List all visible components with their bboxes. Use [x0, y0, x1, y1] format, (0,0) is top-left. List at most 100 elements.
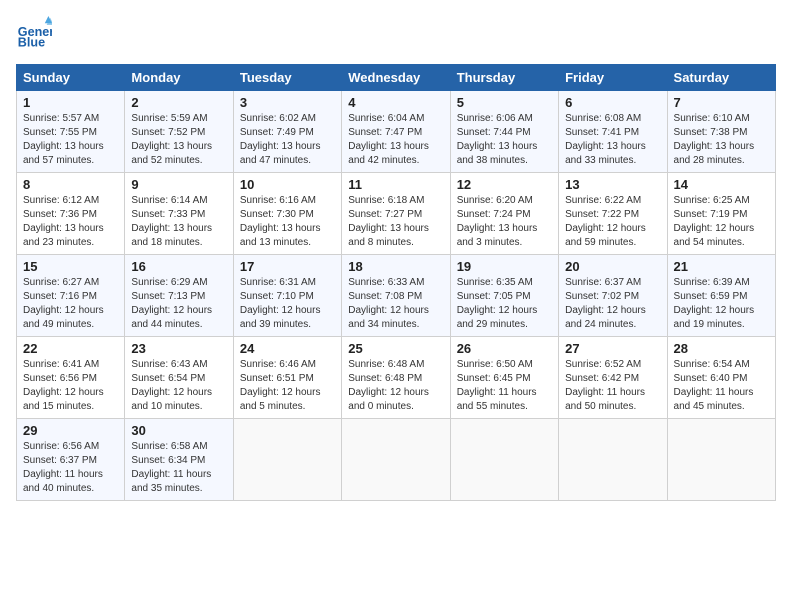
calendar-cell: 26 Sunrise: 6:50 AMSunset: 6:45 PMDaylig…	[450, 337, 558, 419]
day-number: 3	[240, 95, 335, 110]
day-number: 9	[131, 177, 226, 192]
calendar-body: 1 Sunrise: 5:57 AMSunset: 7:55 PMDayligh…	[17, 91, 776, 501]
day-number: 16	[131, 259, 226, 274]
day-number: 7	[674, 95, 769, 110]
calendar-cell: 7 Sunrise: 6:10 AMSunset: 7:38 PMDayligh…	[667, 91, 775, 173]
calendar-cell: 16 Sunrise: 6:29 AMSunset: 7:13 PMDaylig…	[125, 255, 233, 337]
cell-content: Sunrise: 6:52 AMSunset: 6:42 PMDaylight:…	[565, 359, 645, 412]
calendar-cell: 23 Sunrise: 6:43 AMSunset: 6:54 PMDaylig…	[125, 337, 233, 419]
day-number: 18	[348, 259, 443, 274]
calendar-cell: 20 Sunrise: 6:37 AMSunset: 7:02 PMDaylig…	[559, 255, 667, 337]
day-number: 26	[457, 341, 552, 356]
day-number: 17	[240, 259, 335, 274]
day-header-tuesday: Tuesday	[233, 65, 341, 91]
cell-content: Sunrise: 6:14 AMSunset: 7:33 PMDaylight:…	[131, 195, 212, 248]
day-number: 1	[23, 95, 118, 110]
calendar-cell: 10 Sunrise: 6:16 AMSunset: 7:30 PMDaylig…	[233, 173, 341, 255]
day-number: 12	[457, 177, 552, 192]
day-header-friday: Friday	[559, 65, 667, 91]
logo-icon: General Blue	[16, 16, 52, 52]
calendar-week-1: 1 Sunrise: 5:57 AMSunset: 7:55 PMDayligh…	[17, 91, 776, 173]
day-number: 14	[674, 177, 769, 192]
cell-content: Sunrise: 6:50 AMSunset: 6:45 PMDaylight:…	[457, 359, 537, 412]
cell-content: Sunrise: 6:35 AMSunset: 7:05 PMDaylight:…	[457, 277, 538, 330]
cell-content: Sunrise: 6:25 AMSunset: 7:19 PMDaylight:…	[674, 195, 755, 248]
day-number: 19	[457, 259, 552, 274]
cell-content: Sunrise: 6:06 AMSunset: 7:44 PMDaylight:…	[457, 113, 538, 166]
calendar-cell: 15 Sunrise: 6:27 AMSunset: 7:16 PMDaylig…	[17, 255, 125, 337]
cell-content: Sunrise: 5:59 AMSunset: 7:52 PMDaylight:…	[131, 113, 212, 166]
cell-content: Sunrise: 6:29 AMSunset: 7:13 PMDaylight:…	[131, 277, 212, 330]
day-number: 10	[240, 177, 335, 192]
cell-content: Sunrise: 6:37 AMSunset: 7:02 PMDaylight:…	[565, 277, 646, 330]
cell-content: Sunrise: 6:58 AMSunset: 6:34 PMDaylight:…	[131, 441, 211, 494]
calendar-cell: 6 Sunrise: 6:08 AMSunset: 7:41 PMDayligh…	[559, 91, 667, 173]
calendar-cell: 12 Sunrise: 6:20 AMSunset: 7:24 PMDaylig…	[450, 173, 558, 255]
calendar-cell: 2 Sunrise: 5:59 AMSunset: 7:52 PMDayligh…	[125, 91, 233, 173]
day-number: 21	[674, 259, 769, 274]
day-number: 11	[348, 177, 443, 192]
calendar-week-4: 22 Sunrise: 6:41 AMSunset: 6:56 PMDaylig…	[17, 337, 776, 419]
calendar-cell	[342, 419, 450, 501]
day-header-wednesday: Wednesday	[342, 65, 450, 91]
page-header: General Blue	[16, 16, 776, 52]
svg-text:Blue: Blue	[18, 36, 45, 50]
calendar-cell: 4 Sunrise: 6:04 AMSunset: 7:47 PMDayligh…	[342, 91, 450, 173]
day-number: 4	[348, 95, 443, 110]
calendar-week-2: 8 Sunrise: 6:12 AMSunset: 7:36 PMDayligh…	[17, 173, 776, 255]
calendar-cell	[450, 419, 558, 501]
day-number: 20	[565, 259, 660, 274]
cell-content: Sunrise: 6:48 AMSunset: 6:48 PMDaylight:…	[348, 359, 429, 412]
calendar-cell	[559, 419, 667, 501]
calendar-cell: 24 Sunrise: 6:46 AMSunset: 6:51 PMDaylig…	[233, 337, 341, 419]
calendar-cell: 19 Sunrise: 6:35 AMSunset: 7:05 PMDaylig…	[450, 255, 558, 337]
day-number: 30	[131, 423, 226, 438]
calendar-cell: 29 Sunrise: 6:56 AMSunset: 6:37 PMDaylig…	[17, 419, 125, 501]
day-number: 6	[565, 95, 660, 110]
cell-content: Sunrise: 6:27 AMSunset: 7:16 PMDaylight:…	[23, 277, 104, 330]
cell-content: Sunrise: 6:33 AMSunset: 7:08 PMDaylight:…	[348, 277, 429, 330]
calendar-cell: 22 Sunrise: 6:41 AMSunset: 6:56 PMDaylig…	[17, 337, 125, 419]
calendar-table: SundayMondayTuesdayWednesdayThursdayFrid…	[16, 64, 776, 501]
cell-content: Sunrise: 6:46 AMSunset: 6:51 PMDaylight:…	[240, 359, 321, 412]
calendar-week-3: 15 Sunrise: 6:27 AMSunset: 7:16 PMDaylig…	[17, 255, 776, 337]
calendar-cell: 1 Sunrise: 5:57 AMSunset: 7:55 PMDayligh…	[17, 91, 125, 173]
cell-content: Sunrise: 6:41 AMSunset: 6:56 PMDaylight:…	[23, 359, 104, 412]
cell-content: Sunrise: 5:57 AMSunset: 7:55 PMDaylight:…	[23, 113, 104, 166]
cell-content: Sunrise: 6:39 AMSunset: 6:59 PMDaylight:…	[674, 277, 755, 330]
calendar-cell: 13 Sunrise: 6:22 AMSunset: 7:22 PMDaylig…	[559, 173, 667, 255]
day-number: 27	[565, 341, 660, 356]
calendar-cell: 11 Sunrise: 6:18 AMSunset: 7:27 PMDaylig…	[342, 173, 450, 255]
day-number: 13	[565, 177, 660, 192]
day-number: 15	[23, 259, 118, 274]
day-number: 8	[23, 177, 118, 192]
cell-content: Sunrise: 6:16 AMSunset: 7:30 PMDaylight:…	[240, 195, 321, 248]
calendar-cell: 9 Sunrise: 6:14 AMSunset: 7:33 PMDayligh…	[125, 173, 233, 255]
calendar-cell: 28 Sunrise: 6:54 AMSunset: 6:40 PMDaylig…	[667, 337, 775, 419]
day-header-sunday: Sunday	[17, 65, 125, 91]
cell-content: Sunrise: 6:31 AMSunset: 7:10 PMDaylight:…	[240, 277, 321, 330]
cell-content: Sunrise: 6:22 AMSunset: 7:22 PMDaylight:…	[565, 195, 646, 248]
day-number: 28	[674, 341, 769, 356]
calendar-cell: 21 Sunrise: 6:39 AMSunset: 6:59 PMDaylig…	[667, 255, 775, 337]
day-number: 22	[23, 341, 118, 356]
calendar-cell: 3 Sunrise: 6:02 AMSunset: 7:49 PMDayligh…	[233, 91, 341, 173]
calendar-cell: 18 Sunrise: 6:33 AMSunset: 7:08 PMDaylig…	[342, 255, 450, 337]
calendar-cell	[233, 419, 341, 501]
calendar-cell: 14 Sunrise: 6:25 AMSunset: 7:19 PMDaylig…	[667, 173, 775, 255]
cell-content: Sunrise: 6:56 AMSunset: 6:37 PMDaylight:…	[23, 441, 103, 494]
day-number: 23	[131, 341, 226, 356]
cell-content: Sunrise: 6:12 AMSunset: 7:36 PMDaylight:…	[23, 195, 104, 248]
day-number: 5	[457, 95, 552, 110]
calendar-cell: 5 Sunrise: 6:06 AMSunset: 7:44 PMDayligh…	[450, 91, 558, 173]
calendar-cell: 17 Sunrise: 6:31 AMSunset: 7:10 PMDaylig…	[233, 255, 341, 337]
calendar-cell: 8 Sunrise: 6:12 AMSunset: 7:36 PMDayligh…	[17, 173, 125, 255]
cell-content: Sunrise: 6:43 AMSunset: 6:54 PMDaylight:…	[131, 359, 212, 412]
logo: General Blue	[16, 16, 52, 52]
calendar-header-row: SundayMondayTuesdayWednesdayThursdayFrid…	[17, 65, 776, 91]
cell-content: Sunrise: 6:20 AMSunset: 7:24 PMDaylight:…	[457, 195, 538, 248]
cell-content: Sunrise: 6:18 AMSunset: 7:27 PMDaylight:…	[348, 195, 429, 248]
day-header-saturday: Saturday	[667, 65, 775, 91]
day-number: 29	[23, 423, 118, 438]
cell-content: Sunrise: 6:54 AMSunset: 6:40 PMDaylight:…	[674, 359, 754, 412]
